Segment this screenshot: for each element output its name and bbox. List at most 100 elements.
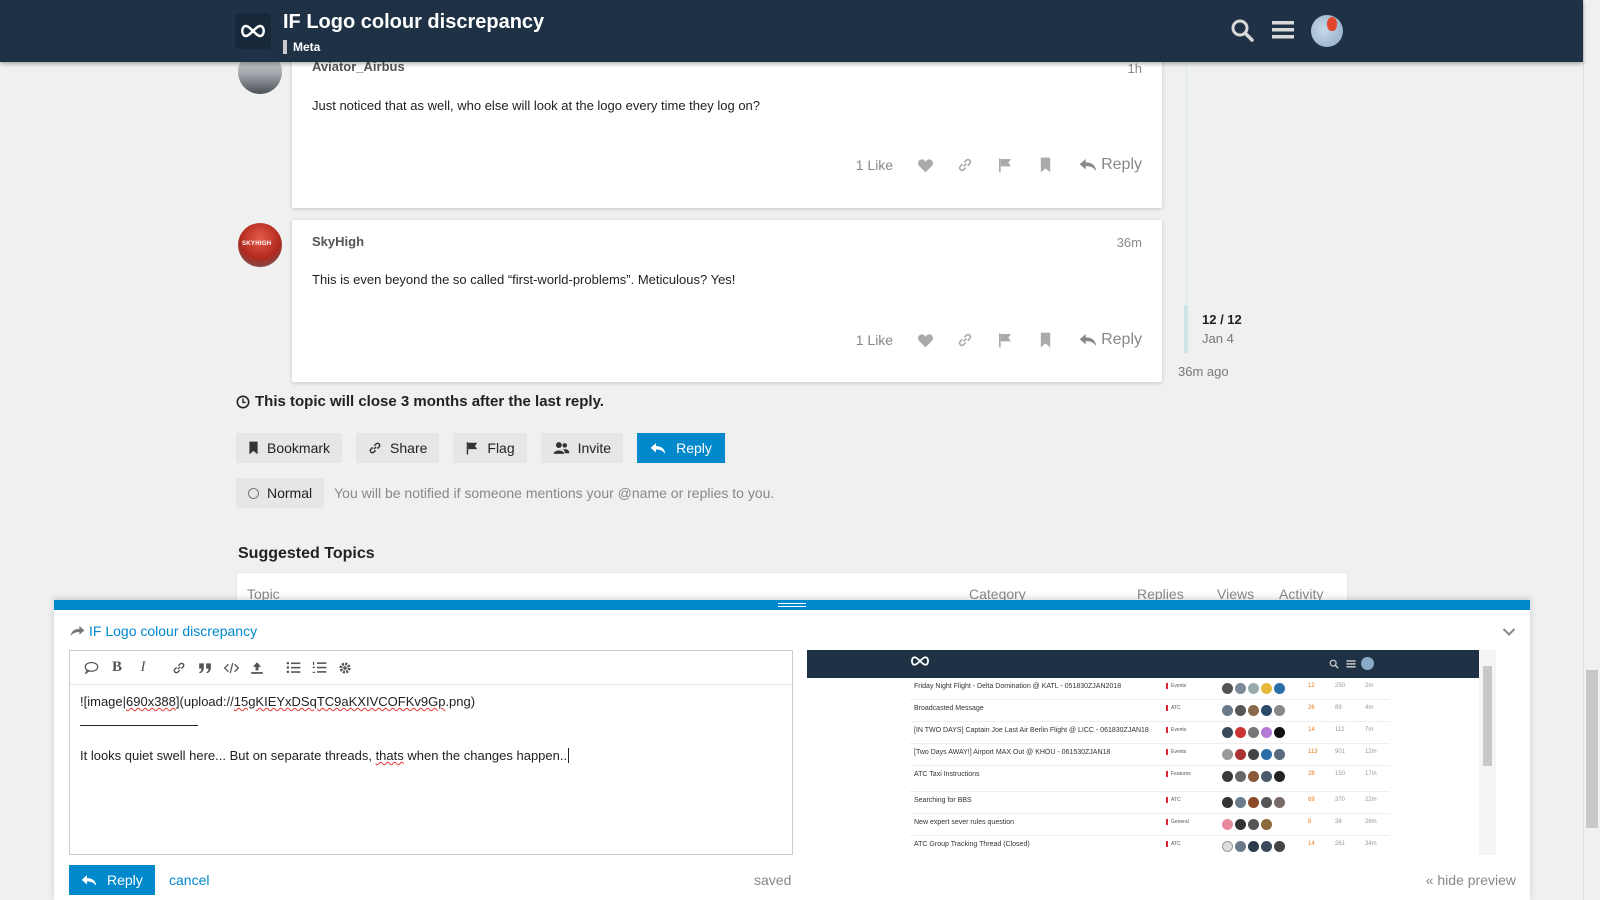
invite-label: Invite [577,440,612,456]
page-scrollbar-thumb[interactable] [1586,670,1598,828]
editor-text-segment: .png) [445,694,476,709]
avatar [1235,705,1246,716]
timeline-track[interactable] [1186,62,1187,307]
editor-spellcheck-word: thats [375,748,404,763]
table-row: Broadcasted Message ATC 26 89 4m [910,700,1390,722]
composer-reply-button[interactable]: Reply [69,865,155,895]
preview-scrollbar-thumb[interactable] [1483,666,1492,766]
link-icon[interactable] [945,153,985,177]
table-row: [IN TWO DAYS] Captain Joe Last Air Berli… [910,722,1390,744]
bookmark-button[interactable]: Bookmark [236,433,343,463]
preview-topic-title: New expert sever rules question [914,819,1014,826]
editor-line-image-markdown: ![image|690x388](upload://15gKIEYxDSqTC9… [80,694,475,709]
gear-icon[interactable] [332,656,358,680]
heart-icon[interactable] [905,153,945,177]
post-username[interactable]: SkyHigh [312,234,364,249]
bookmark-icon[interactable] [1025,153,1065,177]
preview-topic-views: 150 [1335,771,1346,777]
infinity-logo-icon[interactable] [235,13,271,49]
post: SkyHigh 36m This is even beyond the so c… [292,220,1162,382]
bookmark-icon[interactable] [1025,328,1065,352]
search-icon[interactable] [1228,16,1256,44]
avatar [1235,797,1246,808]
preview-topic-replies: 14 [1308,841,1315,847]
post-avatar[interactable]: SKYHIGH [238,223,282,267]
avatar [1248,705,1259,716]
avatar [1248,841,1259,852]
avatar [1222,749,1233,760]
grip-icon[interactable] [778,603,806,607]
topic-reply-button[interactable]: Reply [637,433,725,463]
preview-topic-category: ATC [1166,705,1181,711]
preview-scrollbar[interactable] [1479,650,1496,855]
user-avatar[interactable] [1311,15,1343,47]
flag-icon[interactable] [985,328,1025,352]
link-icon[interactable] [166,656,192,680]
flag-label: Flag [487,440,515,456]
italic-icon[interactable]: I [130,656,156,680]
avatar [1222,819,1233,830]
timeline-last-activity[interactable]: 36m ago [1178,364,1229,379]
timeline-date: Jan 4 [1202,331,1234,346]
avatar [1248,727,1259,738]
share-button[interactable]: Share [356,433,440,463]
preview-image-table: Friday Night Flight - Delta Domination @… [910,678,1390,855]
chevron-down-icon[interactable] [1502,624,1516,642]
flag-icon[interactable] [985,153,1025,177]
quote-bubble-icon[interactable] [78,656,104,680]
avatar [1235,683,1246,694]
link-icon[interactable] [945,328,985,352]
preview-topic-replies: 28 [1308,771,1315,777]
flag-icon [467,442,478,455]
table-row: ATC Group Tracking Thread (Closed) ATC 14 2… [910,836,1390,855]
preview-topic-activity: 17m [1365,771,1377,777]
composer-editor[interactable]: B I ![image|690x388](upload://15gKIEYxDS… [69,650,793,855]
avatar [1222,841,1233,852]
reply-button[interactable]: Reply [1079,331,1142,349]
bookmark-icon [249,441,258,455]
composer-topic-title: IF Logo colour discrepancy [89,623,258,639]
circle-icon [248,487,259,499]
post-actions: 1 Like Reply [856,153,1142,177]
like-count[interactable]: 1 Like [856,157,893,173]
post-time[interactable]: 1h [1128,61,1142,76]
composer-resize-bar[interactable] [54,600,1530,610]
like-count[interactable]: 1 Like [856,332,893,348]
preview-topic-title: Broadcasted Message [914,705,984,712]
timeline-handle[interactable] [1184,305,1188,353]
bullet-list-icon[interactable] [280,656,306,680]
hamburger-menu-icon[interactable] [1269,16,1297,44]
avatar [1248,771,1259,782]
reply-icon [81,874,97,886]
preview-topic-activity: 12m [1365,749,1377,755]
hide-preview-link[interactable]: « hide preview [1426,872,1516,888]
code-icon[interactable] [218,656,244,680]
preview-topic-views: 89 [1335,705,1342,711]
page-scrollbar[interactable] [1583,0,1600,900]
numbered-list-icon[interactable] [306,656,332,680]
blockquote-icon[interactable] [192,656,218,680]
post-time[interactable]: 36m [1117,235,1142,250]
flag-button[interactable]: Flag [453,433,527,463]
composer-topic-link[interactable]: IF Logo colour discrepancy [70,623,257,639]
topic-title[interactable]: IF Logo colour discrepancy [283,11,544,34]
reply-button[interactable]: Reply [1079,156,1142,174]
heart-icon[interactable] [905,328,945,352]
preview-topic-views: 901 [1335,749,1346,755]
bold-icon[interactable]: B [104,656,130,680]
avatar [1261,841,1272,852]
preview-topic-title: Searching for BBS [914,797,972,804]
preview-topic-title: ATC Group Tracking Thread (Closed) [914,841,1030,848]
upload-icon[interactable] [244,656,270,680]
avatar-text: SKYHIGH [242,241,272,247]
invite-button[interactable]: Invite [540,433,624,463]
preview-topic-replies: 12 [1308,683,1315,689]
notification-level-button[interactable]: Normal [236,478,325,508]
preview-topic-title: Friday Night Flight - Delta Domination @… [914,683,1122,690]
category-badge[interactable]: Meta [283,40,320,54]
avatar [1235,841,1246,852]
reply-composer: IF Logo colour discrepancy B I ![image|6… [54,600,1530,900]
composer-cancel-link[interactable]: cancel [169,872,209,888]
preview-image-header [807,650,1493,678]
table-row: ATC Taxi Instructions Features 28 150 17m [910,766,1390,792]
